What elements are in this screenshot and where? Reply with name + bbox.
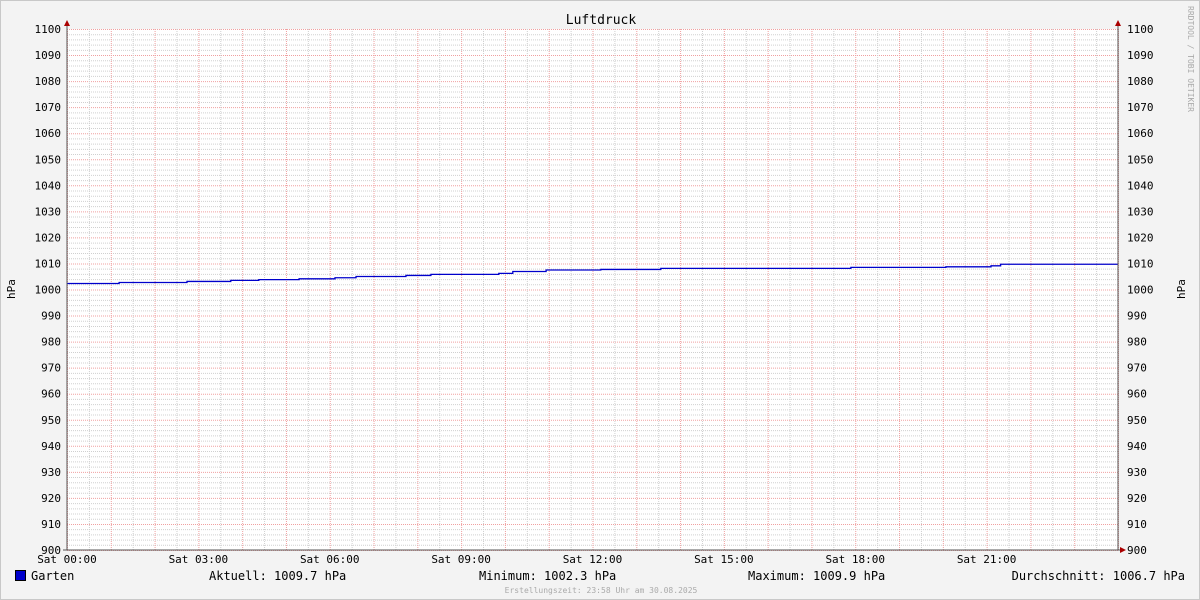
y-tick-label-right: 910 (1127, 518, 1147, 531)
y-axis-arrow-icon (64, 20, 70, 26)
y-tick-label: 1070 (35, 101, 62, 114)
y-tick-label: 950 (41, 414, 61, 427)
y-axis-label: hPa (5, 279, 18, 299)
y-tick-label: 1090 (35, 49, 62, 62)
x-tick-label: Sat 18:00 (825, 553, 885, 566)
y-tick-label-right: 1000 (1127, 284, 1154, 297)
y-tick-label-right: 1100 (1127, 23, 1154, 36)
y-tick-label: 920 (41, 492, 61, 505)
y-tick-label: 980 (41, 336, 61, 349)
y-tick-label: 1040 (35, 179, 62, 192)
y-tick-label: 1020 (35, 231, 62, 244)
y-tick-label: 960 (41, 388, 61, 401)
y-tick-label-right: 930 (1127, 466, 1147, 479)
y-tick-label: 1060 (35, 127, 62, 140)
y-tick-label-right: 1050 (1127, 153, 1154, 166)
creation-time: Erstellungszeit: 23:58 Uhr am 30.08.2025 (505, 586, 698, 595)
legend-average: Durchschnitt: 1006.7 hPa (1011, 569, 1185, 583)
x-tick-label: Sat 21:00 (957, 553, 1017, 566)
y-tick-label-right: 1060 (1127, 127, 1154, 140)
y-tick-label-right: 1080 (1127, 75, 1154, 88)
y-tick-label: 930 (41, 466, 61, 479)
y-tick-label-right: 940 (1127, 440, 1147, 453)
x-axis-arrow-icon (1120, 547, 1126, 553)
y-tick-label-right: 980 (1127, 336, 1147, 349)
legend-minimum: Minimum: 1002.3 hPa (479, 569, 617, 583)
x-tick-label: Sat 03:00 (169, 553, 229, 566)
y-tick-label: 910 (41, 518, 61, 531)
watermark: RRDTOOL / TOBI OETIKER (1186, 6, 1195, 112)
pressure-chart: 900 900910 910920 920930 930940 940950 950960 9… (5, 6, 1195, 595)
y-tick-label: 1000 (35, 284, 62, 297)
y-tick-label-right: 900 (1127, 544, 1147, 557)
legend-swatch (15, 570, 26, 581)
y-tick-label-right: 1030 (1127, 205, 1154, 218)
y-tick-label-right: 990 (1127, 310, 1147, 323)
y-tick-label: 1050 (35, 153, 62, 166)
y-tick-label-right: 1020 (1127, 231, 1154, 244)
x-tick-label: Sat 12:00 (563, 553, 623, 566)
y-tick-label-right: 960 (1127, 388, 1147, 401)
y-axis-label-right: hPa (1175, 279, 1188, 299)
y-tick-label: 990 (41, 310, 61, 323)
x-tick-label: Sat 00:00 (37, 553, 97, 566)
y-tick-label-right: 1040 (1127, 179, 1154, 192)
legend-maximum: Maximum: 1009.9 hPa (748, 569, 886, 583)
chart-container: 900 900 910 910 920 920 930 930 940 940 950 950 960 9… (0, 0, 1200, 600)
legend-series-name: Garten (31, 569, 75, 583)
x-tick-label: Sat 06:00 (300, 553, 360, 566)
y-tick-label: 1100 (35, 23, 62, 36)
legend-current: Aktuell: 1009.7 hPa (209, 569, 347, 583)
y-tick-label-right: 970 (1127, 362, 1147, 375)
y-tick-label-right: 1070 (1127, 101, 1154, 114)
y-tick-label-right: 1090 (1127, 49, 1154, 62)
y-tick-label-right: 950 (1127, 414, 1147, 427)
y-tick-label: 940 (41, 440, 61, 453)
y-tick-label: 970 (41, 362, 61, 375)
x-tick-label: Sat 09:00 (431, 553, 491, 566)
y-axis-right-arrow-icon (1115, 20, 1121, 26)
y-tick-label-right: 1010 (1127, 257, 1154, 270)
y-tick-label-right: 920 (1127, 492, 1147, 505)
legend-series: Garten (15, 569, 74, 583)
x-tick-label: Sat 15:00 (694, 553, 754, 566)
chart-title: Luftdruck (566, 13, 637, 28)
y-tick-label: 1030 (35, 205, 62, 218)
y-tick-label: 1080 (35, 75, 62, 88)
y-tick-label: 1010 (35, 257, 62, 270)
